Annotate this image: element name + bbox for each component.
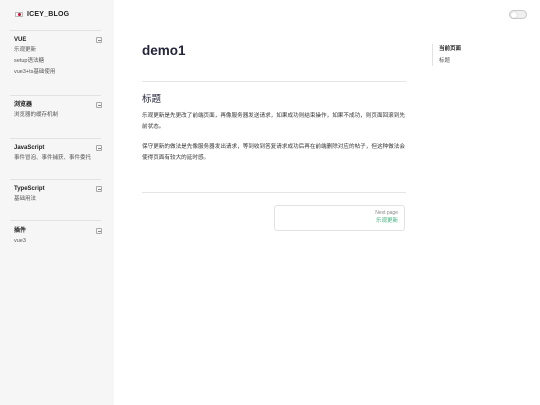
toggle-knob-icon (511, 12, 517, 18)
sidebar-group-vue: VUE 乐观更新 setup语法糖 vue3+ts基础使用 (14, 36, 102, 78)
next-page-title[interactable]: 乐观更新 (275, 217, 398, 225)
section-heading: 标题 (142, 94, 162, 105)
sidebar-group-javascript: JavaScript 事件冒泡、事件捕获、事件委托 (14, 144, 102, 164)
sidebar-group-title[interactable]: 浏览器 (14, 101, 102, 110)
site-title[interactable]: ICEY_BLOG (27, 11, 69, 18)
sidebar-group-title[interactable]: TypeScript (14, 185, 102, 194)
sidebar-group-title[interactable]: VUE (14, 36, 102, 45)
sidebar-group-title[interactable]: 插件 (14, 227, 102, 236)
flag-icon (15, 12, 23, 17)
outline-link[interactable]: 标题 (439, 56, 461, 66)
title-divider (142, 81, 406, 82)
sidebar-item[interactable]: 基础用法 (14, 194, 102, 205)
sidebar-divider (10, 30, 101, 31)
sidebar-divider (10, 95, 101, 96)
sidebar-group-typescript: TypeScript 基础用法 (14, 185, 102, 205)
site-logo[interactable]: ICEY_BLOG (15, 11, 69, 18)
sidebar-item[interactable]: setup语法糖 (14, 56, 102, 67)
outline-title: 当前页面 (439, 46, 462, 52)
paragraph: 乐观更新是先更改了前端页面，再像服务器发送请求，如果成功则结束操作，如果不成功，… (142, 113, 405, 130)
page-title: demo1 (142, 43, 186, 58)
sidebar-divider (10, 179, 101, 180)
sidebar-item[interactable]: 事件冒泡、事件捕获、事件委托 (14, 153, 102, 164)
sidebar-group-title[interactable]: JavaScript (14, 144, 102, 153)
sidebar-item[interactable]: vue3+ts基础使用 (14, 67, 102, 78)
collapse-icon[interactable] (96, 145, 102, 151)
sidebar-item[interactable]: vue3 (14, 236, 102, 247)
sidebar-group-browser: 浏览器 浏览器的缓存机制 (14, 101, 102, 121)
theme-toggle[interactable] (509, 10, 527, 19)
sidebar-item[interactable]: 乐观更新 (14, 45, 102, 56)
collapse-icon[interactable] (96, 228, 102, 234)
sidebar-divider (10, 138, 101, 139)
sidebar-item[interactable]: 浏览器的缓存机制 (14, 110, 102, 121)
paragraph: 保守更新的做法是先像服务器发出请求，等到收到答复请求成功后再在前端删除对应的帖子… (142, 144, 405, 161)
collapse-icon[interactable] (96, 186, 102, 192)
next-page-link[interactable]: Next page 乐观更新 (274, 205, 405, 231)
sidebar-divider (10, 220, 101, 221)
next-page-desc: Next page (375, 210, 398, 216)
sidebar-group-plugins: 插件 vue3 (14, 227, 102, 247)
footer-divider (142, 192, 406, 193)
collapse-icon[interactable] (96, 102, 102, 108)
page-outline: 当前页面 标题 (432, 44, 461, 66)
collapse-icon[interactable] (96, 37, 102, 43)
sidebar: ICEY_BLOG VUE 乐观更新 setup语法糖 vue3+ts基础使用 … (0, 0, 114, 405)
